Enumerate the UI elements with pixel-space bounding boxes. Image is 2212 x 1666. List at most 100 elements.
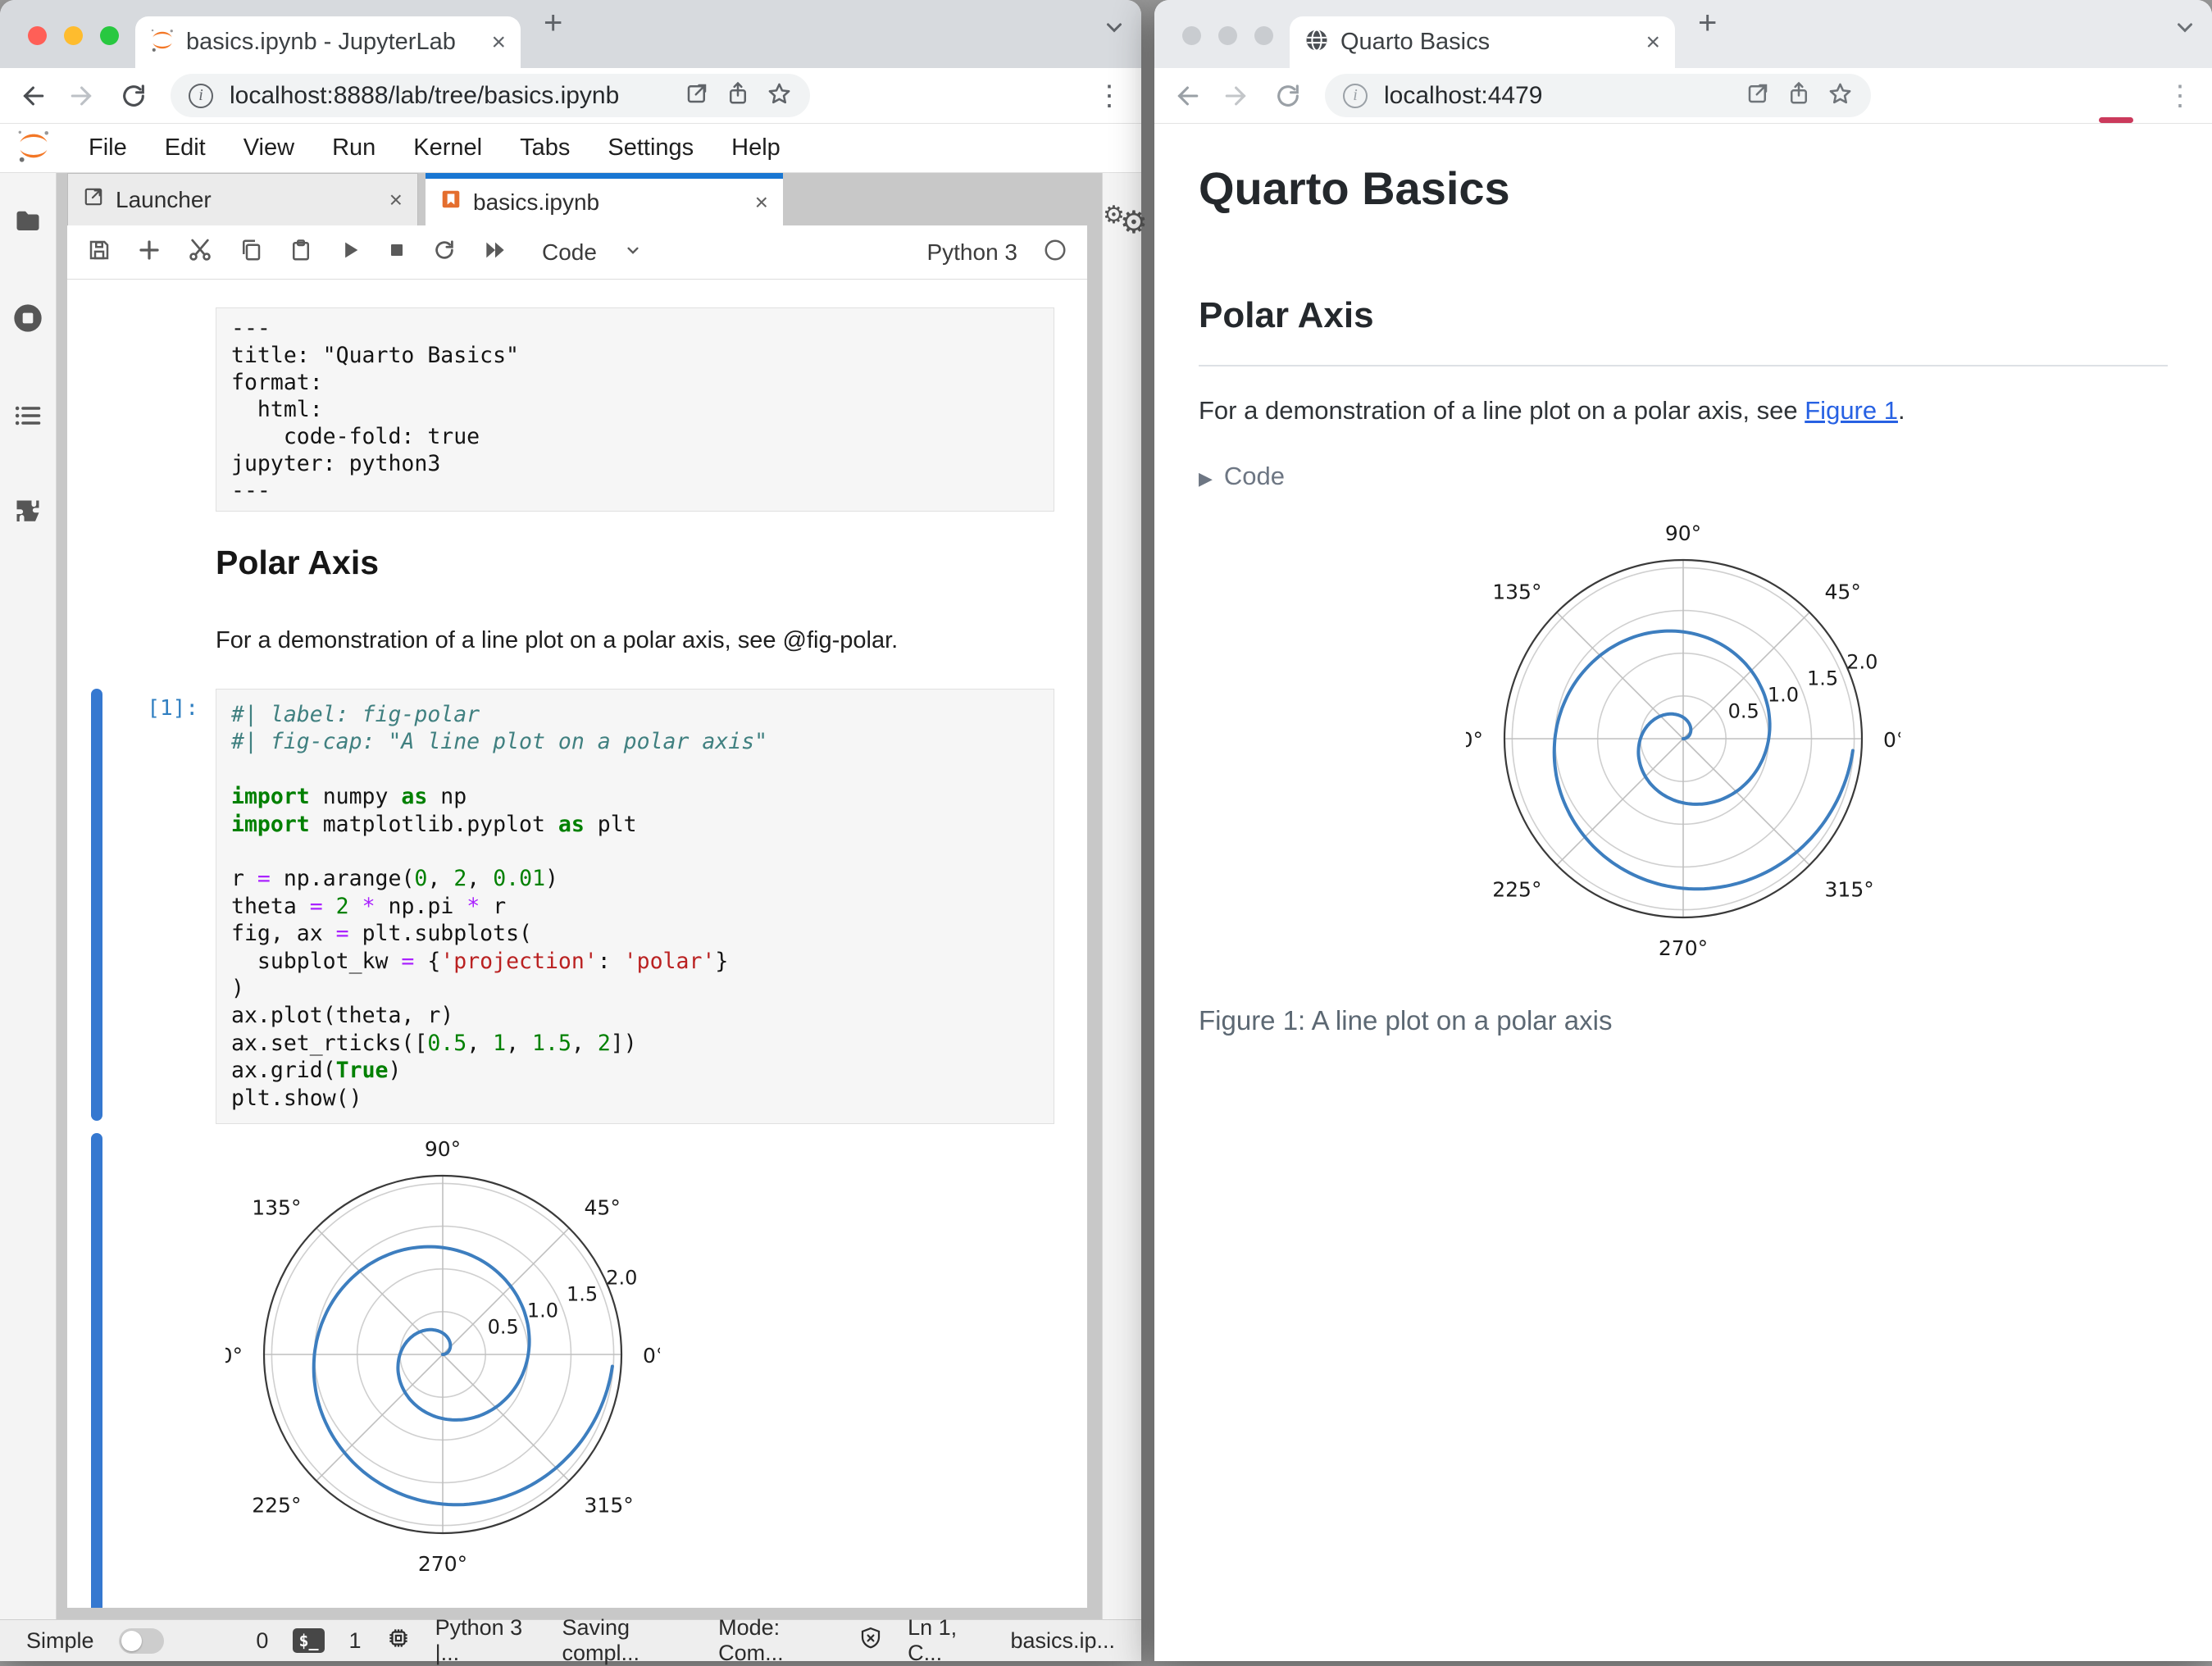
forward-button[interactable] bbox=[69, 82, 97, 110]
browser-tab[interactable]: Quarto Basics × bbox=[1290, 16, 1675, 68]
kernel-count: 1 bbox=[348, 1627, 362, 1653]
figure-1-link[interactable]: Figure 1 bbox=[1805, 396, 1898, 425]
menu-settings[interactable]: Settings bbox=[608, 134, 694, 162]
notebook-mode: Mode: Com... bbox=[718, 1615, 784, 1665]
close-tab-icon[interactable]: × bbox=[389, 187, 403, 213]
markdown-paragraph[interactable]: For a demonstration of a line plot on a … bbox=[216, 627, 898, 654]
tab-search-chevron-icon[interactable] bbox=[2173, 15, 2197, 43]
address-bar[interactable]: i localhost:8888/lab/tree/basics.ipynb bbox=[171, 74, 810, 117]
code-cell-editor[interactable]: #| label: fig-polar #| fig-cap: "A line p… bbox=[216, 689, 1054, 1125]
restart-run-all-button[interactable] bbox=[482, 237, 508, 267]
browser-menu-icon[interactable]: ⋮ bbox=[1095, 80, 1123, 112]
interrupt-kernel-button[interactable] bbox=[387, 240, 407, 264]
menu-view[interactable]: View bbox=[244, 134, 294, 162]
tab-launcher[interactable]: Launcher × bbox=[67, 173, 418, 225]
simple-mode-label: Simple bbox=[26, 1627, 94, 1653]
copy-cells-button[interactable] bbox=[239, 238, 263, 266]
jupyterlab-menubar: File Edit View Run Kernel Tabs Settings … bbox=[0, 124, 1141, 173]
save-button[interactable] bbox=[87, 238, 112, 266]
active-cell-indicator[interactable] bbox=[91, 689, 102, 1121]
file-browser-icon[interactable] bbox=[13, 206, 43, 239]
section-heading: Polar Axis bbox=[1199, 295, 1374, 335]
menu-help[interactable]: Help bbox=[731, 134, 781, 162]
maximize-window-button[interactable] bbox=[100, 26, 119, 45]
bookmark-star-icon[interactable] bbox=[767, 81, 792, 111]
close-window-button[interactable] bbox=[28, 26, 47, 45]
close-tab-icon[interactable]: × bbox=[755, 189, 768, 216]
svg-text:2.0: 2.0 bbox=[1846, 650, 1877, 673]
notebook-scroll-area[interactable]: --- title: "Quarto Basics" format: html: c… bbox=[67, 280, 1087, 1608]
saving-status: Saving compl... bbox=[562, 1615, 640, 1665]
cell-type-dropdown[interactable]: Code bbox=[542, 239, 597, 266]
tab-close-icon[interactable]: × bbox=[491, 30, 506, 55]
window-controls[interactable] bbox=[1182, 26, 1273, 45]
simple-mode-toggle[interactable] bbox=[118, 1627, 165, 1654]
svg-text:1.5: 1.5 bbox=[567, 1282, 598, 1305]
tab-close-icon[interactable]: × bbox=[1645, 30, 1660, 55]
running-kernels-icon[interactable] bbox=[11, 302, 44, 339]
profile-indicator bbox=[2099, 117, 2133, 123]
kernel-chip-icon bbox=[386, 1626, 411, 1656]
menu-tabs[interactable]: Tabs bbox=[520, 134, 570, 162]
kernel-status-text[interactable]: Python 3 |... bbox=[435, 1615, 538, 1666]
code-fold-summary[interactable]: ▶ Code bbox=[1199, 462, 2168, 491]
table-of-contents-icon[interactable] bbox=[13, 401, 43, 435]
share-icon[interactable] bbox=[726, 81, 750, 110]
menu-run[interactable]: Run bbox=[332, 134, 375, 162]
run-cell-button[interactable] bbox=[339, 239, 362, 266]
browser-tab[interactable]: basics.ipynb - JupyterLab × bbox=[135, 16, 521, 68]
extension-manager-icon[interactable] bbox=[13, 497, 43, 530]
markdown-heading[interactable]: Polar Axis bbox=[216, 544, 379, 582]
new-tab-button[interactable]: + bbox=[544, 5, 562, 42]
window-controls[interactable] bbox=[28, 26, 119, 45]
menu-kernel[interactable]: Kernel bbox=[413, 134, 482, 162]
restart-kernel-button[interactable] bbox=[432, 238, 457, 266]
insert-cell-button[interactable] bbox=[137, 238, 162, 266]
open-in-window-icon[interactable] bbox=[685, 81, 709, 110]
new-tab-button[interactable]: + bbox=[1698, 5, 1717, 42]
back-button[interactable] bbox=[18, 82, 46, 110]
tab-notebook[interactable]: basics.ipynb × bbox=[426, 173, 783, 225]
property-inspector-icon[interactable]: ⚙⚙ bbox=[1103, 202, 1153, 239]
address-bar[interactable]: i localhost:4479 bbox=[1325, 74, 1871, 117]
raw-yaml-cell[interactable]: --- title: "Quarto Basics" format: html: c… bbox=[216, 307, 1054, 512]
reload-button[interactable] bbox=[1274, 82, 1302, 110]
forward-button[interactable] bbox=[1223, 82, 1251, 110]
back-button[interactable] bbox=[1172, 82, 1200, 110]
trust-shield-icon[interactable] bbox=[858, 1626, 883, 1656]
jupyterlab-browser-window: basics.ipynb - JupyterLab × + i localhos… bbox=[0, 0, 1148, 1665]
tab-search-chevron-icon[interactable] bbox=[1102, 15, 1126, 43]
cut-cells-button[interactable] bbox=[187, 237, 213, 267]
share-icon[interactable] bbox=[1786, 81, 1811, 110]
browser-toolbar: i localhost:4479 ⋮ bbox=[1154, 68, 2212, 124]
kernel-name-button[interactable]: Python 3 bbox=[926, 239, 1017, 266]
jupyterlab-activity-bar bbox=[0, 173, 57, 1619]
menu-file[interactable]: File bbox=[89, 134, 127, 162]
cell-type-chevron-icon[interactable] bbox=[622, 239, 644, 265]
url-text[interactable]: localhost:8888/lab/tree/basics.ipynb bbox=[230, 82, 668, 110]
maximize-window-button[interactable] bbox=[1254, 26, 1273, 45]
site-info-icon[interactable]: i bbox=[1343, 83, 1368, 108]
close-window-button[interactable] bbox=[1182, 26, 1201, 45]
minimize-window-button[interactable] bbox=[1218, 26, 1237, 45]
svg-text:135°: 135° bbox=[252, 1195, 301, 1219]
svg-text:270°: 270° bbox=[1659, 936, 1708, 960]
notebook-file-icon bbox=[440, 189, 462, 216]
svg-text:225°: 225° bbox=[252, 1494, 301, 1518]
svg-text:225°: 225° bbox=[1492, 878, 1541, 902]
cursor-position[interactable]: Ln 1, C... bbox=[908, 1615, 985, 1666]
reload-button[interactable] bbox=[120, 82, 148, 110]
url-text[interactable]: localhost:4479 bbox=[1384, 82, 1729, 110]
kernel-status-icon[interactable] bbox=[1043, 238, 1067, 266]
browser-menu-icon[interactable]: ⋮ bbox=[2166, 80, 2194, 112]
minimize-window-button[interactable] bbox=[64, 26, 83, 45]
paste-cells-button[interactable] bbox=[289, 238, 313, 266]
figure-1: 0° 45° 90° 135° 180° 225° 270° 315° 0.5 1.0 1.5 2.0 bbox=[1434, 519, 1907, 972]
svg-text:315°: 315° bbox=[585, 1494, 634, 1518]
bookmark-star-icon[interactable] bbox=[1827, 81, 1853, 111]
site-info-icon[interactable]: i bbox=[189, 83, 213, 108]
statusbar-filename: basics.ip... bbox=[1010, 1627, 1115, 1653]
menu-edit[interactable]: Edit bbox=[165, 134, 206, 162]
open-in-window-icon[interactable] bbox=[1745, 81, 1770, 110]
output-cell-indicator[interactable] bbox=[91, 1133, 102, 1608]
